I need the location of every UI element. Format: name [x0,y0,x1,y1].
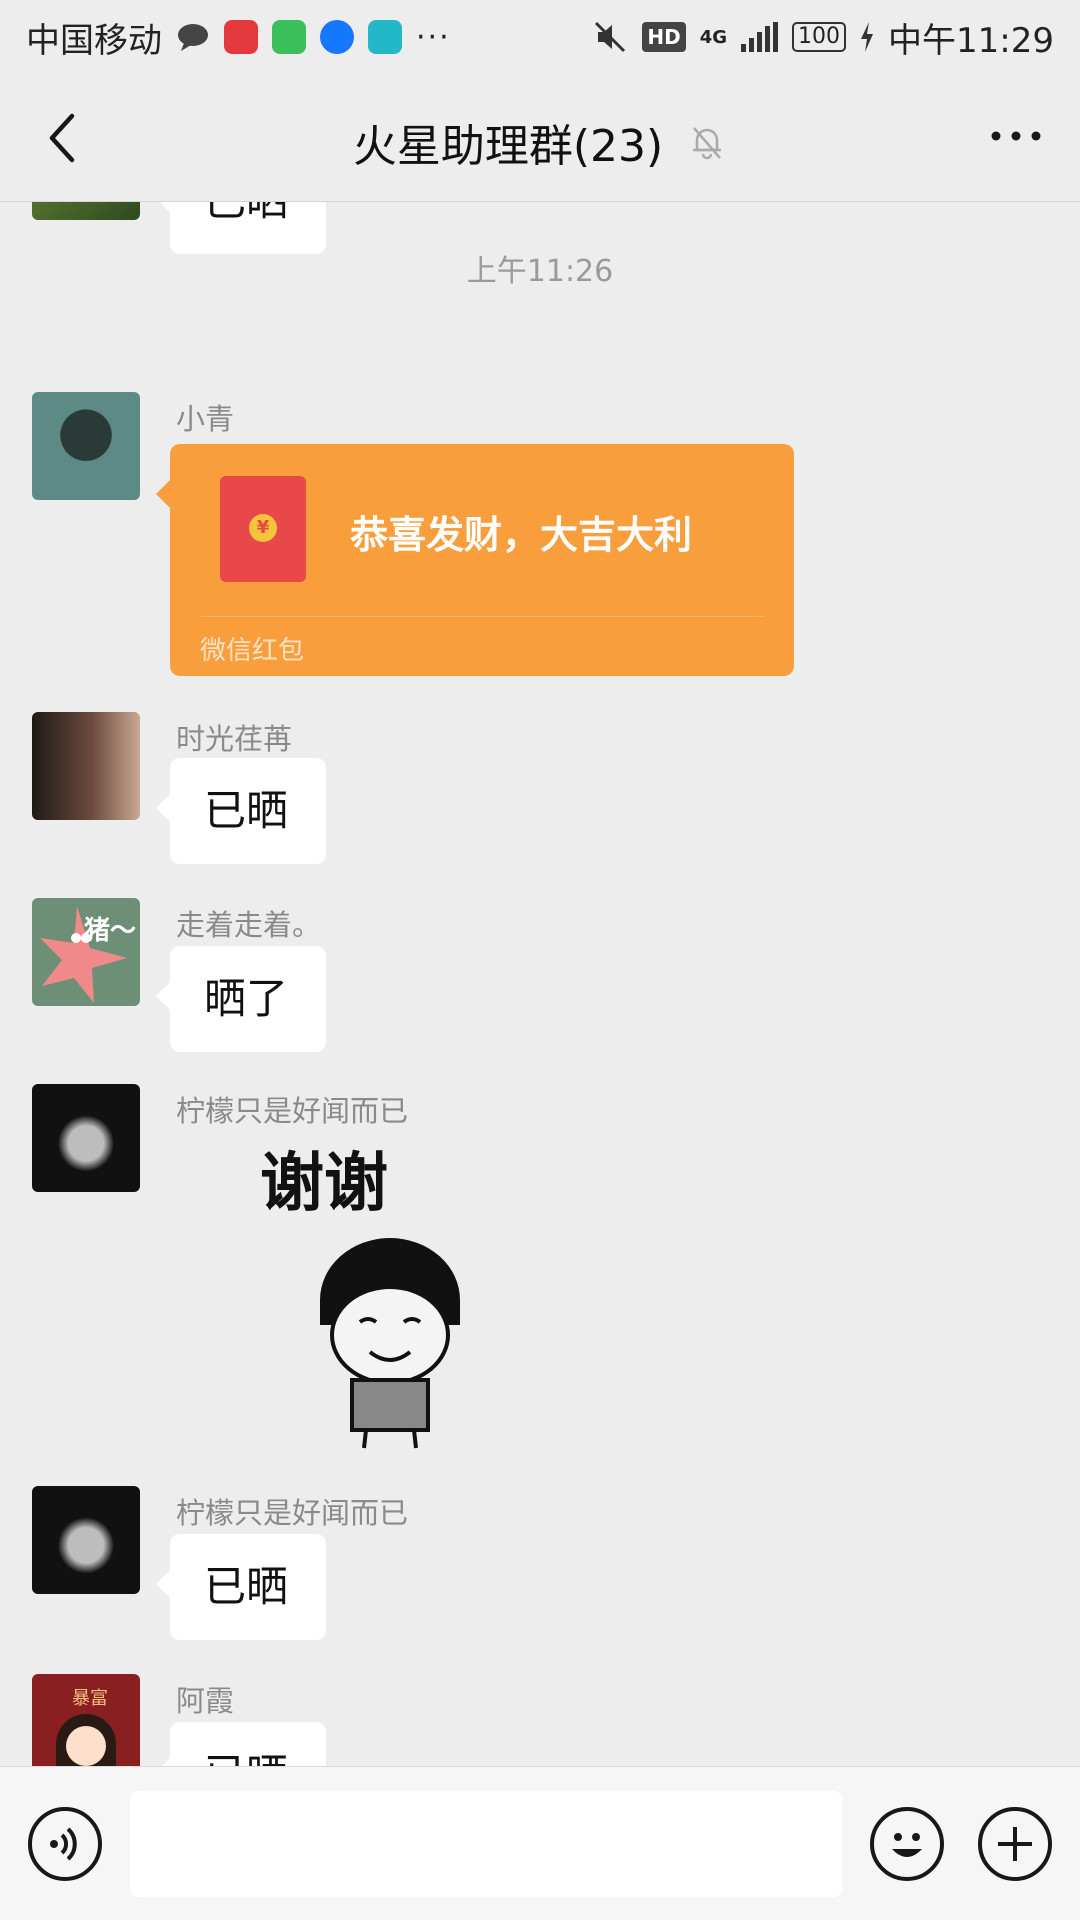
charging-icon [861,22,874,52]
app-icon-green [272,20,306,54]
message-input[interactable] [130,1791,842,1897]
red-envelope-icon: ¥ [220,476,306,582]
avatar-xiaoqing[interactable] [32,392,140,500]
plus-icon [998,1827,1032,1861]
avatar-ningmeng[interactable] [32,1084,140,1192]
avatar[interactable] [32,202,140,220]
app-icon-red [224,20,258,54]
network-label: 4G [699,26,728,48]
chat-title: 火星助理群(23) [352,121,664,172]
emoji-icon [892,1833,922,1857]
carrier-label: 中国移动 [26,20,162,61]
more-functions-button[interactable] [978,1807,1052,1881]
meme-face-icon [320,1238,460,1449]
red-packet-greeting: 恭喜发财，大吉大利 [350,513,693,557]
sender-name: 柠檬只是好闻而已 [176,1094,409,1128]
avatar-axia[interactable]: 暴富 [32,1674,140,1766]
message-bubble[interactable]: 已晒 [156,1534,326,1640]
red-packet-message[interactable]: ¥ 恭喜发财，大吉大利 微信红包 [156,444,794,676]
emoji-button[interactable] [870,1807,944,1881]
input-toolbar [0,1766,1080,1920]
battery-icon: 100 [792,22,847,52]
muted-bell-icon [693,127,722,160]
chat-header: 火星助理群(23) [0,74,1080,202]
sticker-message[interactable]: 谢谢 [240,1132,500,1454]
sender-name: 走着走着。 [176,908,322,942]
divider [200,616,764,617]
avatar-ningmeng[interactable] [32,1486,140,1594]
avatar-patrick[interactable]: 猪～ [32,898,140,1006]
more-options-icon[interactable] [988,124,1044,148]
status-bar: 中国移动 ··· HD 4G 100 中午11:29 [0,0,1080,74]
more-notifications: ··· [416,19,451,55]
alipay-icon [320,20,354,54]
voice-icon [50,1827,77,1861]
clock: 中午11:29 [888,20,1054,61]
message-notification-icon [178,24,208,51]
app-icon-cyan [368,20,402,54]
sticker-caption: 谢谢 [260,1147,388,1221]
message-bubble[interactable]: 已晒 [156,758,326,864]
sender-name: 小青 [176,402,235,436]
chat-area[interactable]: 已晒 上午11:26 小青 ¥ 恭喜发财，大吉大利 微信红包 时光荏苒 已晒 猪… [0,202,1080,1766]
timestamp: 上午11:26 [466,254,614,289]
mute-icon [595,21,626,53]
sender-name: 阿霞 [176,1684,235,1718]
avatar-caption: 猪～ [83,916,136,946]
sender-name: 柠檬只是好闻而已 [176,1496,409,1530]
sender-name: 时光荏苒 [176,722,293,756]
avatar-caption: 暴富 [72,1688,108,1709]
hd-badge: HD [642,22,686,52]
avatar-shiguang[interactable] [32,712,140,820]
voice-input-button[interactable] [28,1807,102,1881]
red-packet-label: 微信红包 [200,636,305,666]
signal-icon [741,22,779,52]
message-bubble[interactable]: 晒了 [156,946,326,1052]
message-bubble[interactable]: 已晒 [156,1722,326,1766]
